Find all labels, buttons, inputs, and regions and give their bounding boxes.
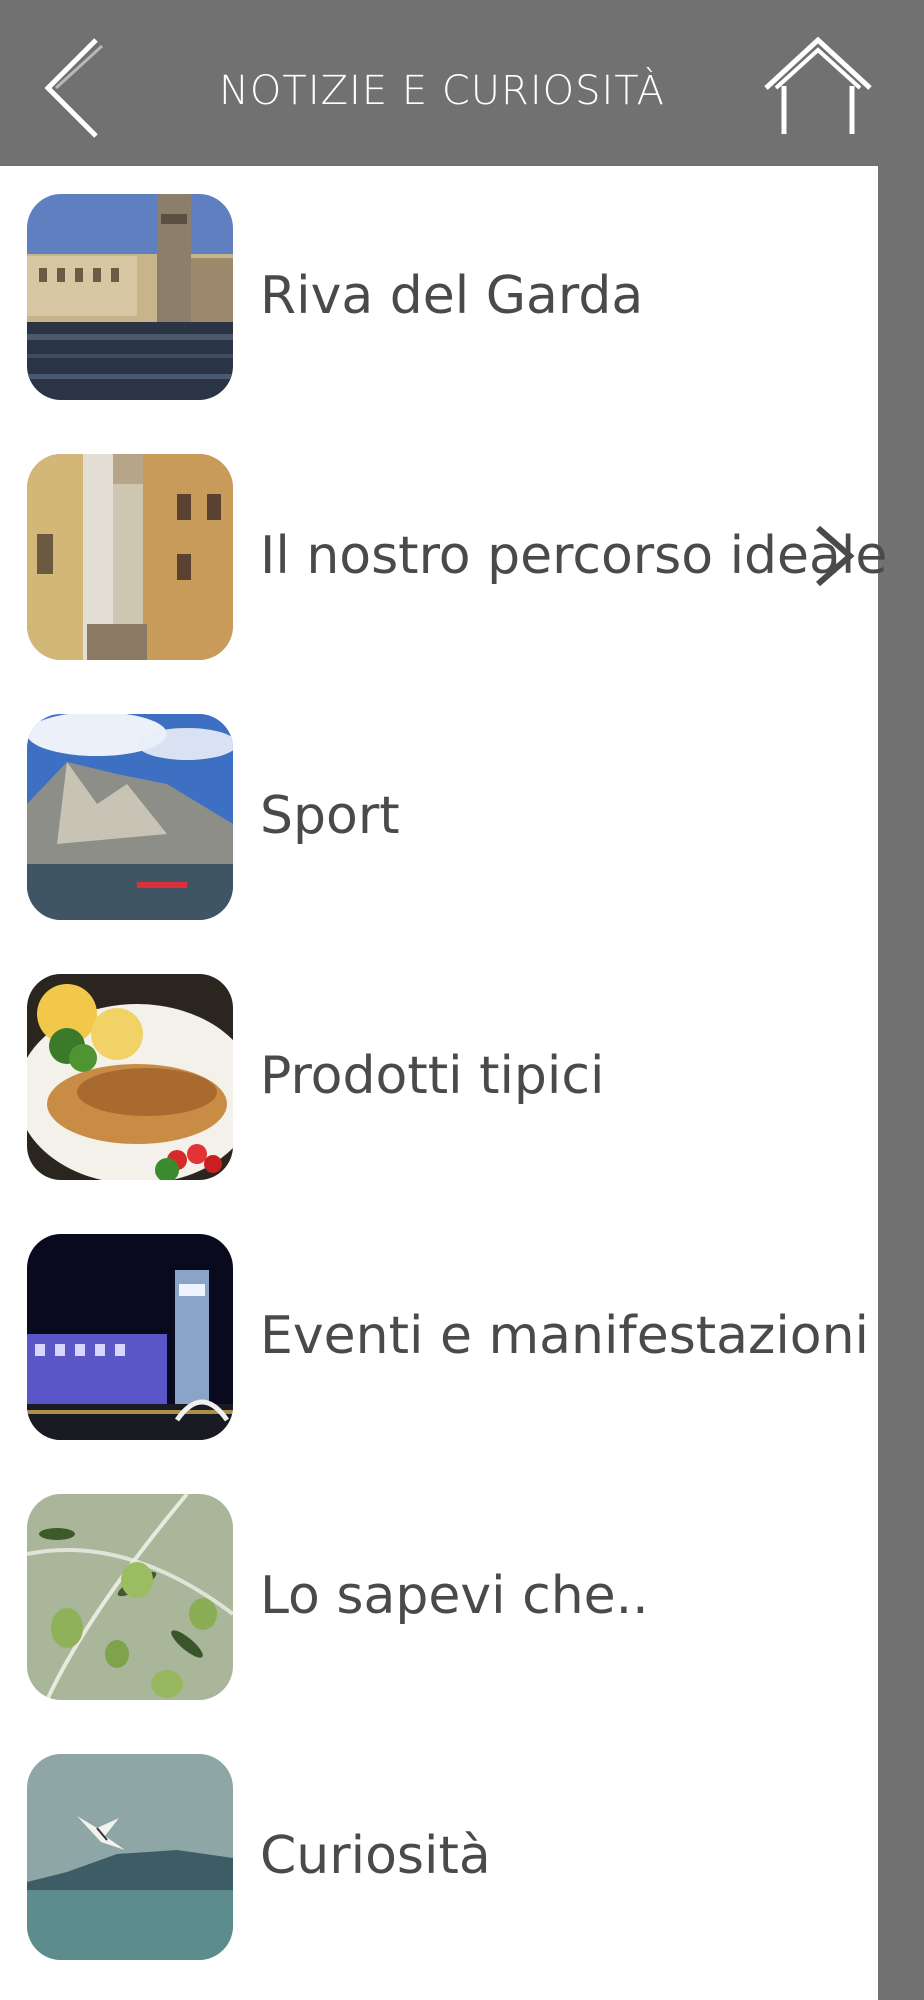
top-bar: NOTIZIE E CURIOSITÀ (0, 0, 924, 166)
list-item-label: Lo sapevi che.. (260, 1566, 649, 1626)
list-item-riva-del-garda[interactable]: Riva del Garda (0, 166, 878, 426)
list-item-label: Il nostro percorso ideale (260, 526, 888, 586)
list-item-label: Eventi e manifestazioni (260, 1306, 869, 1366)
home-icon (764, 36, 872, 134)
curiosita-thumbnail (27, 1754, 233, 1960)
list-item-eventi[interactable]: Eventi e manifestazioni (0, 1206, 878, 1466)
list-item-label: Curiosità (260, 1826, 491, 1886)
list-item-label: Riva del Garda (260, 266, 644, 326)
list-item-label: Sport (260, 786, 400, 846)
list-item-lo-sapevi-che[interactable]: Lo sapevi che.. (0, 1466, 878, 1726)
sport-thumbnail (27, 714, 233, 920)
eventi-thumbnail (27, 1234, 233, 1440)
list-item-prodotti-tipici[interactable]: Prodotti tipici (0, 946, 878, 1206)
chevron-right-icon (816, 525, 855, 587)
riva-del-garda-thumbnail (27, 194, 233, 400)
lo-sapevi-che-thumbnail (27, 1494, 233, 1700)
list-item-sport[interactable]: Sport (0, 686, 878, 946)
percorso-ideale-thumbnail (27, 454, 233, 660)
list-item-label: Prodotti tipici (260, 1046, 605, 1106)
page-title: NOTIZIE E CURIOSITÀ (219, 68, 665, 114)
chevron-left-icon (44, 38, 104, 138)
back-button[interactable] (40, 36, 110, 140)
list-item-curiosita[interactable]: Curiosità (0, 1726, 878, 1986)
menu-list: Riva del Garda Il nostro percorso ideale (0, 166, 887, 2000)
list-item-percorso-ideale[interactable]: Il nostro percorso ideale (0, 426, 887, 686)
home-button[interactable] (762, 36, 874, 136)
prodotti-tipici-thumbnail (27, 974, 233, 1180)
